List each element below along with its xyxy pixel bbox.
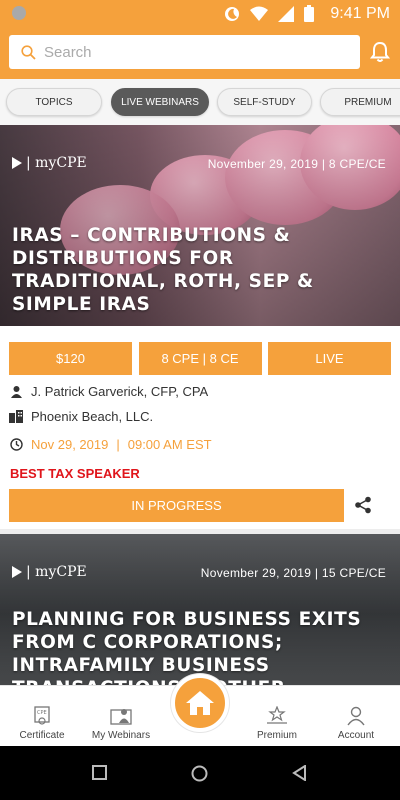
system-navigation-bar (0, 746, 400, 800)
nav-my-webinars[interactable]: My Webinars (81, 686, 161, 747)
webinar-chips: $120 8 CPE | 8 CE LIVE (9, 342, 391, 375)
logo-text: | myCPE (26, 564, 87, 580)
signal-icon (278, 5, 294, 22)
nav-premium[interactable]: Premium (237, 686, 317, 747)
search-box[interactable] (9, 35, 360, 69)
logo-text: | myCPE (26, 155, 87, 171)
category-tabs: TOPICS LIVE WEBINARS SELF-STUDY PREMIUM (0, 79, 400, 125)
tab-premium[interactable]: PREMIUM (320, 88, 400, 116)
nav-label: My Webinars (91, 730, 151, 741)
in-progress-button[interactable]: IN PROGRESS (9, 489, 344, 522)
webinar-list: | myCPE November 29, 2019 | 8 CPE/CE IRA… (0, 125, 400, 685)
award-label: BEST TAX SPEAKER (10, 466, 140, 481)
play-icon (12, 157, 22, 169)
webinar-banner[interactable]: | myCPE November 29, 2019 | 8 CPE/CE IRA… (0, 125, 400, 326)
share-icon[interactable] (354, 496, 372, 514)
mycpe-logo: | myCPE (12, 155, 87, 171)
premium-icon (267, 706, 287, 724)
webinar-date: Nov 29, 2019 (31, 437, 109, 452)
home-button[interactable] (171, 674, 229, 732)
do-not-disturb-icon (225, 6, 239, 21)
tab-live-webinars[interactable]: LIVE WEBINARS (111, 88, 209, 116)
my-webinars-icon (110, 709, 132, 725)
company-name: Phoenix Beach, LLC. (31, 409, 154, 424)
mycpe-logo: | myCPE (12, 564, 87, 580)
banner-date: November 29, 2019 | 15 CPE/CE (200, 566, 386, 580)
status-bar: 9:41 PM (0, 0, 400, 27)
certificate-icon: CPE (34, 706, 50, 725)
recents-icon[interactable] (92, 765, 107, 780)
account-icon (347, 706, 365, 726)
date-row: Nov 29, 2019 | 09:00 AM EST (9, 437, 212, 452)
tab-topics[interactable]: TOPICS (6, 88, 102, 116)
tab-self-study[interactable]: SELF-STUDY (217, 88, 312, 116)
nav-label: Account (337, 730, 375, 741)
live-chip[interactable]: LIVE (268, 342, 391, 375)
play-icon (12, 566, 22, 578)
webinar-time: 09:00 AM EST (127, 437, 212, 452)
nav-account[interactable]: Account (316, 686, 396, 747)
status-icons (224, 5, 314, 22)
company-row: Phoenix Beach, LLC. (9, 409, 153, 424)
banner-date: November 29, 2019 | 8 CPE/CE (207, 157, 386, 171)
price-chip[interactable]: $120 (9, 342, 132, 375)
nav-certificate[interactable]: CPE Certificate (2, 686, 82, 747)
battery-icon (304, 5, 314, 22)
search-input[interactable] (44, 43, 324, 61)
speaker-row: J. Patrick Garverick, CFP, CPA (9, 384, 208, 399)
back-icon[interactable] (292, 765, 307, 781)
date-separator: | (116, 437, 120, 452)
nav-label: Certificate (19, 730, 65, 741)
nav-label: Premium (256, 730, 297, 741)
search-icon (21, 44, 36, 60)
building-icon (9, 410, 23, 424)
credits-chip[interactable]: 8 CPE | 8 CE (138, 342, 262, 375)
notification-dot-icon (12, 6, 26, 20)
webinar-title: IRAS – CONTRIBUTIONS & DISTRIBUTIONS FOR… (12, 225, 314, 315)
clock-icon (9, 438, 23, 452)
svg-text:CPE: CPE (37, 710, 47, 716)
home-icon (186, 691, 214, 715)
speaker-icon (9, 385, 23, 399)
wifi-icon (250, 6, 268, 21)
status-time: 9:41 PM (330, 5, 390, 22)
speaker-name: J. Patrick Garverick, CFP, CPA (31, 384, 209, 399)
home-system-icon[interactable] (191, 765, 208, 782)
search-header (0, 27, 400, 79)
notification-bell-icon[interactable] (370, 41, 390, 63)
webinar-banner[interactable]: | myCPE November 29, 2019 | 15 CPE/CE PL… (0, 534, 400, 685)
